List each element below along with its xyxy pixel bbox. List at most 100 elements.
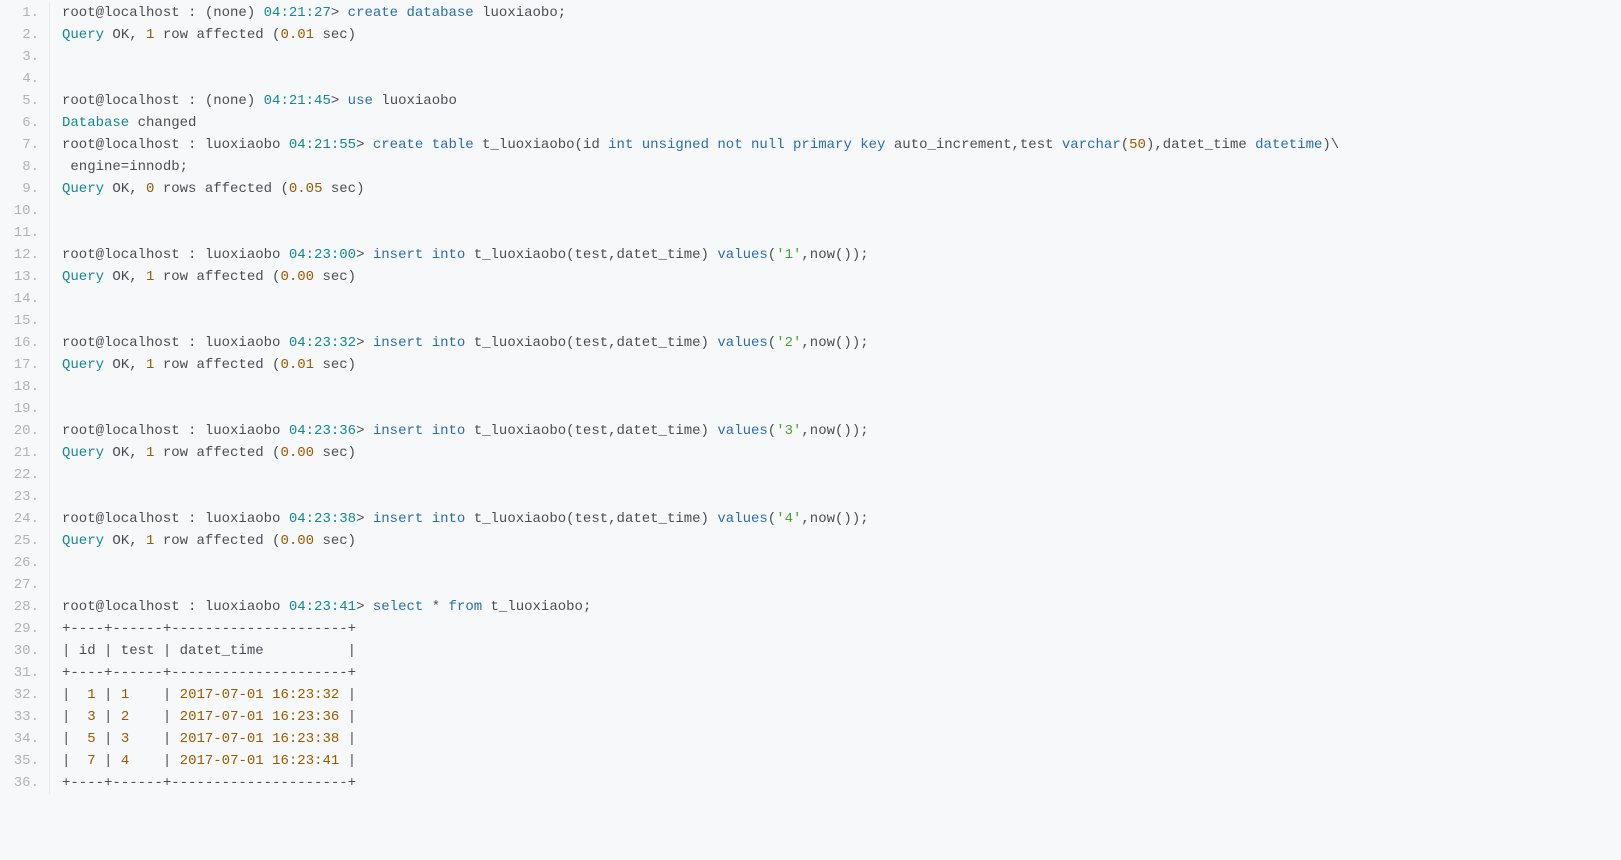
code-token: sec) [314,27,356,43]
code-token: primary [793,137,852,153]
code-token: row affected ( [154,445,280,461]
line-number: 18 [0,376,39,398]
code-token: | [339,731,356,747]
code-line: | 3 | 2 | 2017-07-01 16:23:36 | [62,706,1621,728]
line-number: 14 [0,288,39,310]
line-number: 2 [0,24,39,46]
code-token: 3 [87,709,95,725]
code-token: Query [62,533,104,549]
code-token: create [348,5,398,21]
line-number: 16 [0,332,39,354]
code-token: t_luoxiaobo(test,datet_time) [465,511,717,527]
code-token: 04:21:27 [264,5,331,21]
code-token: database [407,5,474,21]
code-content[interactable]: root@localhost : (none) 04:21:27 > create… [50,2,1621,794]
code-line: root@localhost : luoxiaobo 04:23:32> ins… [62,332,1621,354]
line-number: 29 [0,618,39,640]
line-number: 13 [0,266,39,288]
code-token: 3 [121,731,129,747]
code-token: key [860,137,885,153]
line-number: 35 [0,750,39,772]
code-token: t_luoxiaobo(id [474,137,608,153]
code-line: +----+------+---------------------+ [62,618,1621,640]
code-token: sec) [314,357,356,373]
code-token: 2 [121,709,129,725]
code-token: 04:23:32 [289,335,356,351]
code-token: > [356,599,373,615]
code-token: OK, [104,533,146,549]
code-line: root@localhost : (none) 04:21:45> use lu… [62,90,1621,112]
code-line: +----+------+---------------------+ [62,772,1621,794]
code-token: int [608,137,633,153]
code-line: Query OK, 1 row affected (0.00 sec) [62,266,1621,288]
code-token: > [356,335,373,351]
code-token: root@localhost : (none) [62,93,264,109]
line-number: 22 [0,464,39,486]
code-token: 2017-07-01 16:23:32 [180,687,340,703]
code-token: 04:23:38 [289,511,356,527]
code-token: | [339,687,356,703]
code-line [62,552,1621,574]
code-line: root@localhost : luoxiaobo 04:23:41> sel… [62,596,1621,618]
line-number: 23 [0,486,39,508]
code-token: Database [62,115,129,131]
code-token: 04:23:00 [289,247,356,263]
code-token: | [129,687,179,703]
line-number: 3 [0,46,39,68]
line-number: 8 [0,156,39,178]
code-token: | [129,731,179,747]
line-number: 20 [0,420,39,442]
code-line: Query OK, 1 row affected (0.01 sec) [62,354,1621,376]
code-token: insert [373,423,423,439]
code-token: 0.00 [280,269,314,285]
code-token: root@localhost : luoxiaobo [62,247,289,263]
code-token: t_luoxiaobo(test,datet_time) [465,247,717,263]
code-token: OK, [104,269,146,285]
code-token: sec) [314,533,356,549]
code-token: | [96,731,121,747]
line-number: 25 [0,530,39,552]
code-token: null [751,137,785,153]
code-token: from [449,599,483,615]
code-token: > [356,511,373,527]
code-token: | [62,687,87,703]
code-token: insert [373,511,423,527]
code-token: row affected ( [154,357,280,373]
code-token: select [373,599,423,615]
code-token: ,now()); [801,335,868,351]
code-token: | [96,687,121,703]
line-number: 6 [0,112,39,134]
code-token: row affected ( [154,533,280,549]
code-token: '2' [776,335,801,351]
line-number: 30 [0,640,39,662]
code-token: +----+------+---------------------+ [62,621,356,637]
code-token: > [356,137,373,153]
code-token: table [432,137,474,153]
code-token: values [717,511,767,527]
code-token: ( [768,511,776,527]
code-token [398,5,406,21]
code-token: into [432,511,466,527]
code-token: Query [62,181,104,197]
code-token: | [62,731,87,747]
code-token: 04:23:41 [289,599,356,615]
code-token: auto_increment,test [885,137,1061,153]
line-number: 11 [0,222,39,244]
code-line: Query OK, 1 row affected (0.00 sec) [62,442,1621,464]
code-token: ( [768,423,776,439]
code-token: 0.00 [280,445,314,461]
code-token: | [96,709,121,725]
code-token: into [432,335,466,351]
code-token: )\ [1322,137,1339,153]
code-line: root@localhost : luoxiaobo 04:23:00> ins… [62,244,1621,266]
line-number: 4 [0,68,39,90]
code-line: root@localhost : (none) 04:21:27> create… [62,2,1621,24]
code-token: '1' [776,247,801,263]
code-line: root@localhost : luoxiaobo 04:23:38> ins… [62,508,1621,530]
code-line [62,574,1621,596]
code-token: ( [1121,137,1129,153]
code-token: root@localhost : luoxiaobo [62,599,289,615]
code-token: into [432,423,466,439]
line-number: 12 [0,244,39,266]
code-token: OK, [104,181,146,197]
